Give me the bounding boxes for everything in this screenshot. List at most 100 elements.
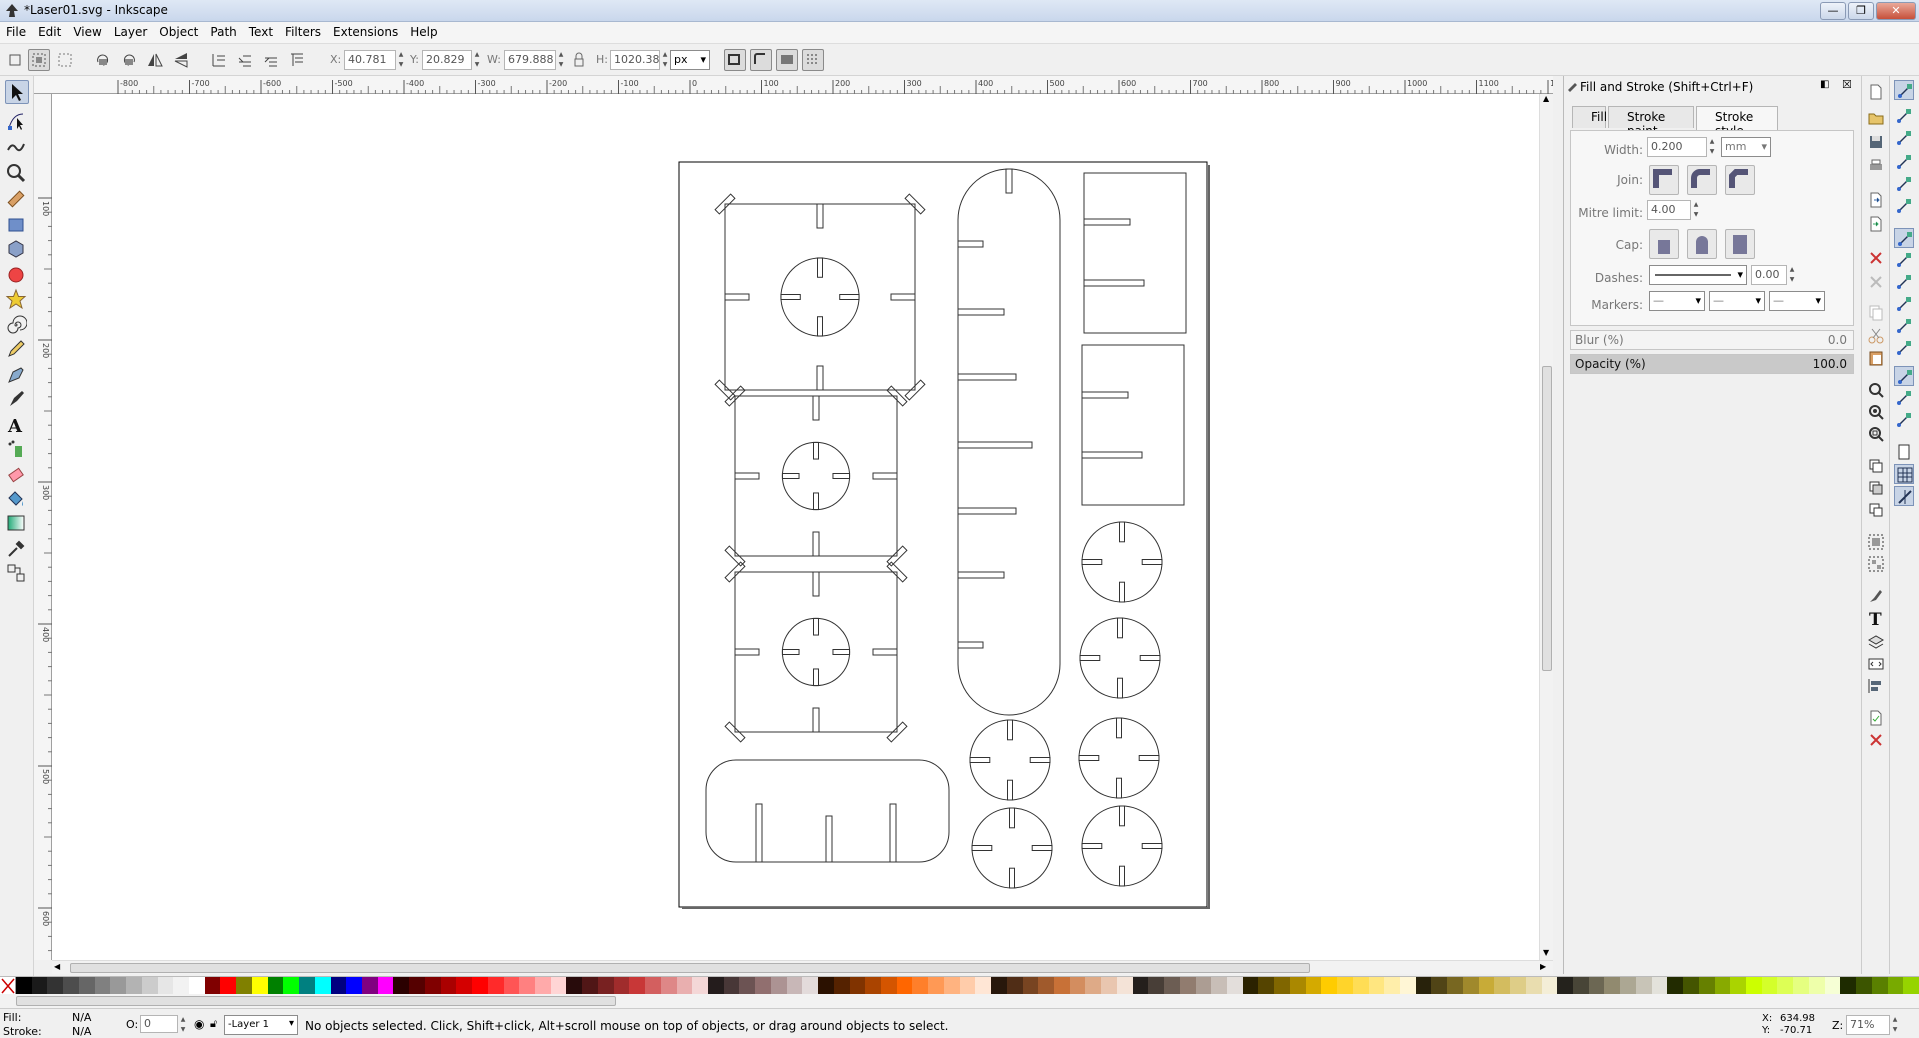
- color-swatch[interactable]: [1856, 977, 1873, 995]
- height-spinner[interactable]: ▲ ▼: [660, 50, 670, 70]
- y-spinner[interactable]: ▲ ▼: [472, 50, 482, 70]
- snap-page-border-icon[interactable]: [1894, 442, 1914, 462]
- snap-bbox-midpoint-icon[interactable]: [1894, 174, 1914, 194]
- mitre-limit-spinner[interactable]: ▲ ▼: [1691, 200, 1701, 220]
- width-input[interactable]: 679.888: [504, 50, 556, 70]
- layer-select[interactable]: -Layer 1 ▾: [224, 1015, 298, 1035]
- color-swatch[interactable]: [1683, 977, 1700, 995]
- color-swatch[interactable]: [692, 977, 709, 995]
- tab-fill[interactable]: Fill: [1572, 106, 1607, 128]
- laser-cut-drawing[interactable]: [52, 94, 1539, 960]
- color-swatch[interactable]: [708, 977, 724, 995]
- color-swatch[interactable]: [47, 977, 64, 995]
- maximize-button[interactable]: ❐: [1848, 2, 1874, 20]
- tweak-tool-icon[interactable]: [5, 136, 29, 160]
- snap-object-midpoint-icon[interactable]: [1894, 366, 1914, 386]
- spray-tool-icon[interactable]: [5, 438, 29, 462]
- vertical-scroll-thumb[interactable]: [1542, 366, 1552, 671]
- color-swatch[interactable]: [78, 977, 95, 995]
- color-swatch[interactable]: [1415, 977, 1432, 995]
- color-swatch[interactable]: [613, 977, 630, 995]
- color-swatch[interactable]: [487, 977, 504, 995]
- duplicate-icon[interactable]: [1866, 456, 1886, 476]
- save-icon[interactable]: [1866, 132, 1886, 152]
- menu-extensions[interactable]: Extensions: [327, 22, 404, 42]
- zoom-input[interactable]: 71%: [1846, 1015, 1890, 1035]
- color-swatch[interactable]: [267, 977, 284, 995]
- drawing-canvas[interactable]: [52, 94, 1539, 960]
- color-swatch[interactable]: [849, 977, 866, 995]
- color-swatch[interactable]: [1635, 977, 1652, 995]
- color-swatch[interactable]: [755, 977, 772, 995]
- color-swatch[interactable]: [1478, 977, 1495, 995]
- color-swatch[interactable]: [1038, 977, 1055, 995]
- color-swatch[interactable]: [1840, 977, 1857, 995]
- connector-tool-icon[interactable]: [5, 562, 29, 586]
- mid-marker-select[interactable]: — ▾: [1709, 291, 1765, 311]
- stroke-width-spinner[interactable]: ▲ ▼: [1707, 137, 1717, 157]
- color-swatch[interactable]: [1667, 977, 1684, 995]
- color-swatch[interactable]: [912, 977, 929, 995]
- eraser-tool-icon[interactable]: [5, 464, 29, 488]
- measure-tool-icon[interactable]: [5, 188, 29, 212]
- ungroup-icon[interactable]: [1866, 554, 1886, 574]
- stroke-indicator-value[interactable]: N/A: [72, 1025, 91, 1038]
- color-swatch[interactable]: [865, 977, 882, 995]
- color-swatch[interactable]: [440, 977, 457, 995]
- snap-text-baseline-icon[interactable]: [1894, 410, 1914, 430]
- color-swatch[interactable]: [424, 977, 441, 995]
- color-swatch[interactable]: [1400, 977, 1416, 995]
- color-swatch[interactable]: [1557, 977, 1574, 995]
- select-all-layers-icon[interactable]: [28, 49, 50, 71]
- color-swatch[interactable]: [16, 977, 32, 995]
- menu-edit[interactable]: Edit: [32, 22, 67, 42]
- color-swatch[interactable]: [1211, 977, 1228, 995]
- color-swatch[interactable]: [1085, 977, 1102, 995]
- color-swatch[interactable]: [1793, 977, 1810, 995]
- move-patterns-icon[interactable]: [802, 49, 824, 71]
- color-swatch[interactable]: [519, 977, 536, 995]
- color-swatch[interactable]: [1132, 977, 1149, 995]
- snap-path-icon[interactable]: [1894, 250, 1914, 270]
- palette-scrollbar[interactable]: [0, 994, 1919, 1008]
- panel-close-icon[interactable]: ☒: [1842, 78, 1852, 91]
- zoom-selection-icon[interactable]: [1866, 380, 1886, 400]
- color-swatch[interactable]: [456, 977, 473, 995]
- gradient-tool-icon[interactable]: [5, 512, 29, 536]
- scale-corners-icon[interactable]: [750, 49, 772, 71]
- group-icon[interactable]: [1866, 532, 1886, 552]
- color-swatch[interactable]: [1871, 977, 1888, 995]
- no-paint-swatch[interactable]: [0, 977, 16, 995]
- color-swatch[interactable]: [204, 977, 221, 995]
- eye-icon[interactable]: ◉: [194, 1017, 204, 1031]
- rotate-cw-icon[interactable]: [118, 49, 140, 71]
- color-swatch[interactable]: [802, 977, 819, 995]
- xml-node-icon[interactable]: [1866, 654, 1886, 674]
- color-swatch[interactable]: [346, 977, 363, 995]
- color-swatch[interactable]: [975, 977, 992, 995]
- 3d-box-tool-icon[interactable]: [5, 238, 29, 262]
- horizontal-scrollbar[interactable]: ◀ ▶: [52, 960, 1553, 974]
- color-swatch[interactable]: [472, 977, 489, 995]
- zoom-spinner[interactable]: ▲ ▼: [1890, 1015, 1900, 1035]
- dash-offset-spinner[interactable]: ▲ ▼: [1787, 265, 1797, 285]
- color-swatch[interactable]: [723, 977, 740, 995]
- color-swatch[interactable]: [1541, 977, 1558, 995]
- snap-midpoint-icon[interactable]: [1894, 338, 1914, 358]
- color-swatch[interactable]: [896, 977, 913, 995]
- color-swatch[interactable]: [409, 977, 426, 995]
- color-swatch[interactable]: [1305, 977, 1322, 995]
- color-swatch[interactable]: [1227, 977, 1243, 995]
- preferences-icon[interactable]: [1866, 730, 1886, 750]
- select-all-icon[interactable]: [4, 49, 26, 71]
- color-swatch[interactable]: [1321, 977, 1338, 995]
- color-swatch[interactable]: [314, 977, 331, 995]
- color-swatch[interactable]: [535, 977, 551, 995]
- raise-icon[interactable]: [260, 49, 282, 71]
- color-swatch[interactable]: [597, 977, 614, 995]
- unit-select[interactable]: px ▾: [670, 50, 710, 70]
- node-tool-icon[interactable]: [5, 110, 29, 134]
- color-swatch[interactable]: [1903, 977, 1919, 995]
- height-input[interactable]: 1020.38: [610, 50, 660, 70]
- import-icon[interactable]: [1866, 190, 1886, 210]
